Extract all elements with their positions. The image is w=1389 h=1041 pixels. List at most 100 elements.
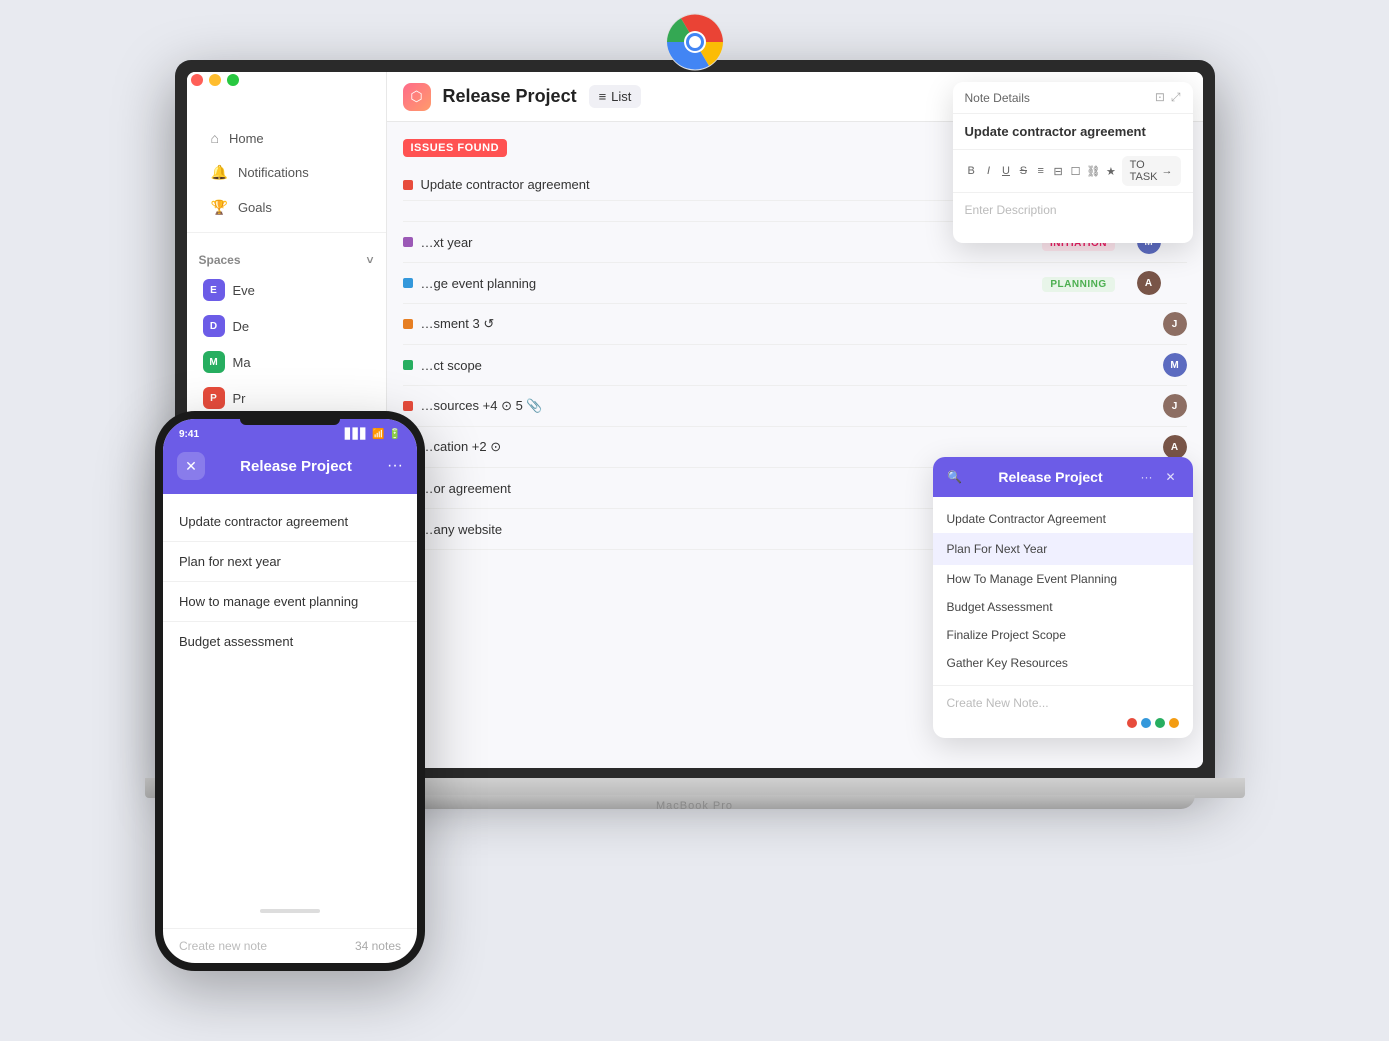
- tab-list[interactable]: ≡ List: [589, 85, 642, 108]
- phone-footer: Create new note 34 notes: [163, 928, 417, 963]
- numbered-list-button[interactable]: ⊟: [1051, 160, 1064, 182]
- notes-panel-header: 🔍 Release Project ··· ✕: [933, 457, 1193, 497]
- phone-note-item[interactable]: Budget assessment: [163, 622, 417, 661]
- app-dot-blue: [1141, 718, 1151, 728]
- space-label: Eve: [233, 283, 255, 298]
- spaces-section: Spaces ˅: [187, 241, 386, 273]
- note-item-label: Update Contractor Agreement: [947, 512, 1106, 526]
- notes-more-button[interactable]: ···: [1137, 467, 1157, 487]
- sidebar-item-goals[interactable]: 🏆 Goals: [199, 191, 374, 224]
- underline-button[interactable]: U: [999, 160, 1012, 182]
- expand-note-icon[interactable]: ⤢: [1171, 90, 1181, 105]
- phone-note-item[interactable]: Plan for next year: [163, 542, 417, 582]
- link-button[interactable]: ⛓: [1086, 160, 1100, 182]
- phone-note-item[interactable]: Update contractor agreement: [163, 502, 417, 542]
- sidebar-item-notifications[interactable]: 🔔 Notifications: [199, 156, 374, 189]
- note-description[interactable]: Enter Description: [953, 193, 1193, 243]
- wifi-icon: 📶: [372, 429, 384, 440]
- copy-note-button[interactable]: ⊡: [1117, 540, 1135, 558]
- goals-icon: 🏆: [211, 199, 228, 216]
- star-button[interactable]: ★: [1104, 160, 1117, 182]
- notes-list: Update Contractor Agreement Plan For Nex…: [933, 497, 1193, 685]
- task-priority: A: [1137, 271, 1187, 295]
- project-icon: ⬡: [403, 83, 431, 111]
- add-note-button[interactable]: +: [1161, 540, 1179, 558]
- phone-header-title: Release Project: [240, 458, 352, 475]
- phone-note-item[interactable]: How to manage event planning: [163, 582, 417, 622]
- task-color-indicator: [403, 278, 413, 288]
- task-name: …any website: [421, 522, 953, 537]
- note-item-label: Budget Assessment: [947, 600, 1053, 614]
- note-item[interactable]: Gather Key Resources: [933, 649, 1193, 677]
- notes-panel-app-icons: [947, 718, 1179, 728]
- strikethrough-button[interactable]: S: [1017, 160, 1030, 182]
- project-title: Release Project: [443, 86, 577, 107]
- note-item[interactable]: Plan For Next Year ✏ ⊡ 🗑 +: [933, 533, 1193, 565]
- note-item-label: Plan For Next Year: [947, 542, 1048, 556]
- task-name: …sources +4 ⊙ 5 📎: [421, 398, 1155, 414]
- phone-close-button[interactable]: ✕: [177, 452, 205, 480]
- checkbox-button[interactable]: ☐: [1069, 160, 1082, 182]
- app-dot-red: [1127, 718, 1137, 728]
- issues-badge: ISSUES FOUND: [403, 139, 508, 157]
- table-row[interactable]: …sources +4 ⊙ 5 📎 J: [403, 386, 1187, 427]
- sidebar-item-space-de[interactable]: D De: [191, 309, 382, 343]
- task-color-indicator: [403, 237, 413, 247]
- bold-button[interactable]: B: [965, 160, 978, 182]
- notes-close-button[interactable]: ✕: [1161, 467, 1181, 487]
- sidebar-nav: ⌂ Home 🔔 Notifications 🏆 Goals: [187, 122, 386, 224]
- scene: ⌂ Home 🔔 Notifications 🏆 Goals: [0, 0, 1389, 1041]
- note-item[interactable]: How To Manage Event Planning: [933, 565, 1193, 593]
- signal-icon: ▋▋▋: [345, 429, 368, 440]
- edit-note-button[interactable]: ✏: [1095, 540, 1113, 558]
- note-item[interactable]: Update Contractor Agreement: [933, 505, 1193, 533]
- notes-search-button[interactable]: 🔍: [945, 467, 965, 487]
- notification-icon: 🔔: [211, 164, 228, 181]
- close-button[interactable]: [191, 74, 203, 86]
- sidebar-item-space-eve[interactable]: E Eve: [191, 273, 382, 307]
- notes-panel-actions: ··· ✕: [1137, 467, 1181, 487]
- space-label: Pr: [233, 391, 246, 406]
- create-note-input[interactable]: Create New Note...: [947, 696, 1179, 710]
- phone-create-note[interactable]: Create new note: [179, 939, 267, 953]
- note-item[interactable]: Finalize Project Scope: [933, 621, 1193, 649]
- sidebar-item-space-ma[interactable]: M Ma: [191, 345, 382, 379]
- main-content: ⬡ Release Project ≡ List ISSUES FOUND: [387, 72, 1203, 768]
- italic-button[interactable]: I: [982, 160, 995, 182]
- table-row[interactable]: …ct scope M: [403, 345, 1187, 386]
- phone-more-button[interactable]: ···: [387, 457, 403, 475]
- note-title: Update contractor agreement: [953, 114, 1193, 150]
- notes-panel: 🔍 Release Project ··· ✕ Update Contracto…: [933, 457, 1193, 738]
- to-task-label: TO TASK: [1130, 159, 1158, 183]
- sidebar-item-home[interactable]: ⌂ Home: [199, 122, 374, 154]
- sidebar-item-label: Goals: [238, 200, 272, 215]
- sidebar-item-space-pr[interactable]: P Pr: [191, 381, 382, 415]
- task-color-indicator: [403, 401, 413, 411]
- task-color-indicator: [403, 180, 413, 190]
- sidebar-item-label: Home: [229, 131, 264, 146]
- maximize-button[interactable]: [227, 74, 239, 86]
- traffic-lights: [191, 74, 239, 86]
- note-item-label: Finalize Project Scope: [947, 628, 1066, 642]
- chevron-down-icon: ˅: [366, 253, 373, 267]
- table-row[interactable]: …ge event planning PLANNING A: [403, 263, 1187, 304]
- app-dot-green: [1155, 718, 1165, 728]
- delete-note-button[interactable]: 🗑: [1139, 540, 1157, 558]
- minimize-button[interactable]: [209, 74, 221, 86]
- note-item[interactable]: Budget Assessment: [933, 593, 1193, 621]
- task-name: …xt year: [421, 235, 953, 250]
- space-label: De: [233, 319, 250, 334]
- note-item-label: How To Manage Event Planning: [947, 572, 1118, 586]
- minimize-note-icon[interactable]: ⊡: [1155, 90, 1165, 105]
- phone-notch: [240, 419, 340, 425]
- macbook-label: MacBook Pro: [656, 800, 733, 812]
- table-row[interactable]: …sment 3 ↺ J: [403, 304, 1187, 345]
- note-popup-header: Note Details ⊡ ⤢: [953, 82, 1193, 114]
- task-color-indicator: [403, 360, 413, 370]
- bullet-list-button[interactable]: ≡: [1034, 160, 1047, 182]
- to-task-button[interactable]: TO TASK →: [1122, 156, 1181, 186]
- task-stage: PLANNING: [1029, 274, 1129, 292]
- notes-panel-title: Release Project: [965, 469, 1137, 485]
- space-avatar: P: [203, 387, 225, 409]
- task-name: …ct scope: [421, 358, 1155, 373]
